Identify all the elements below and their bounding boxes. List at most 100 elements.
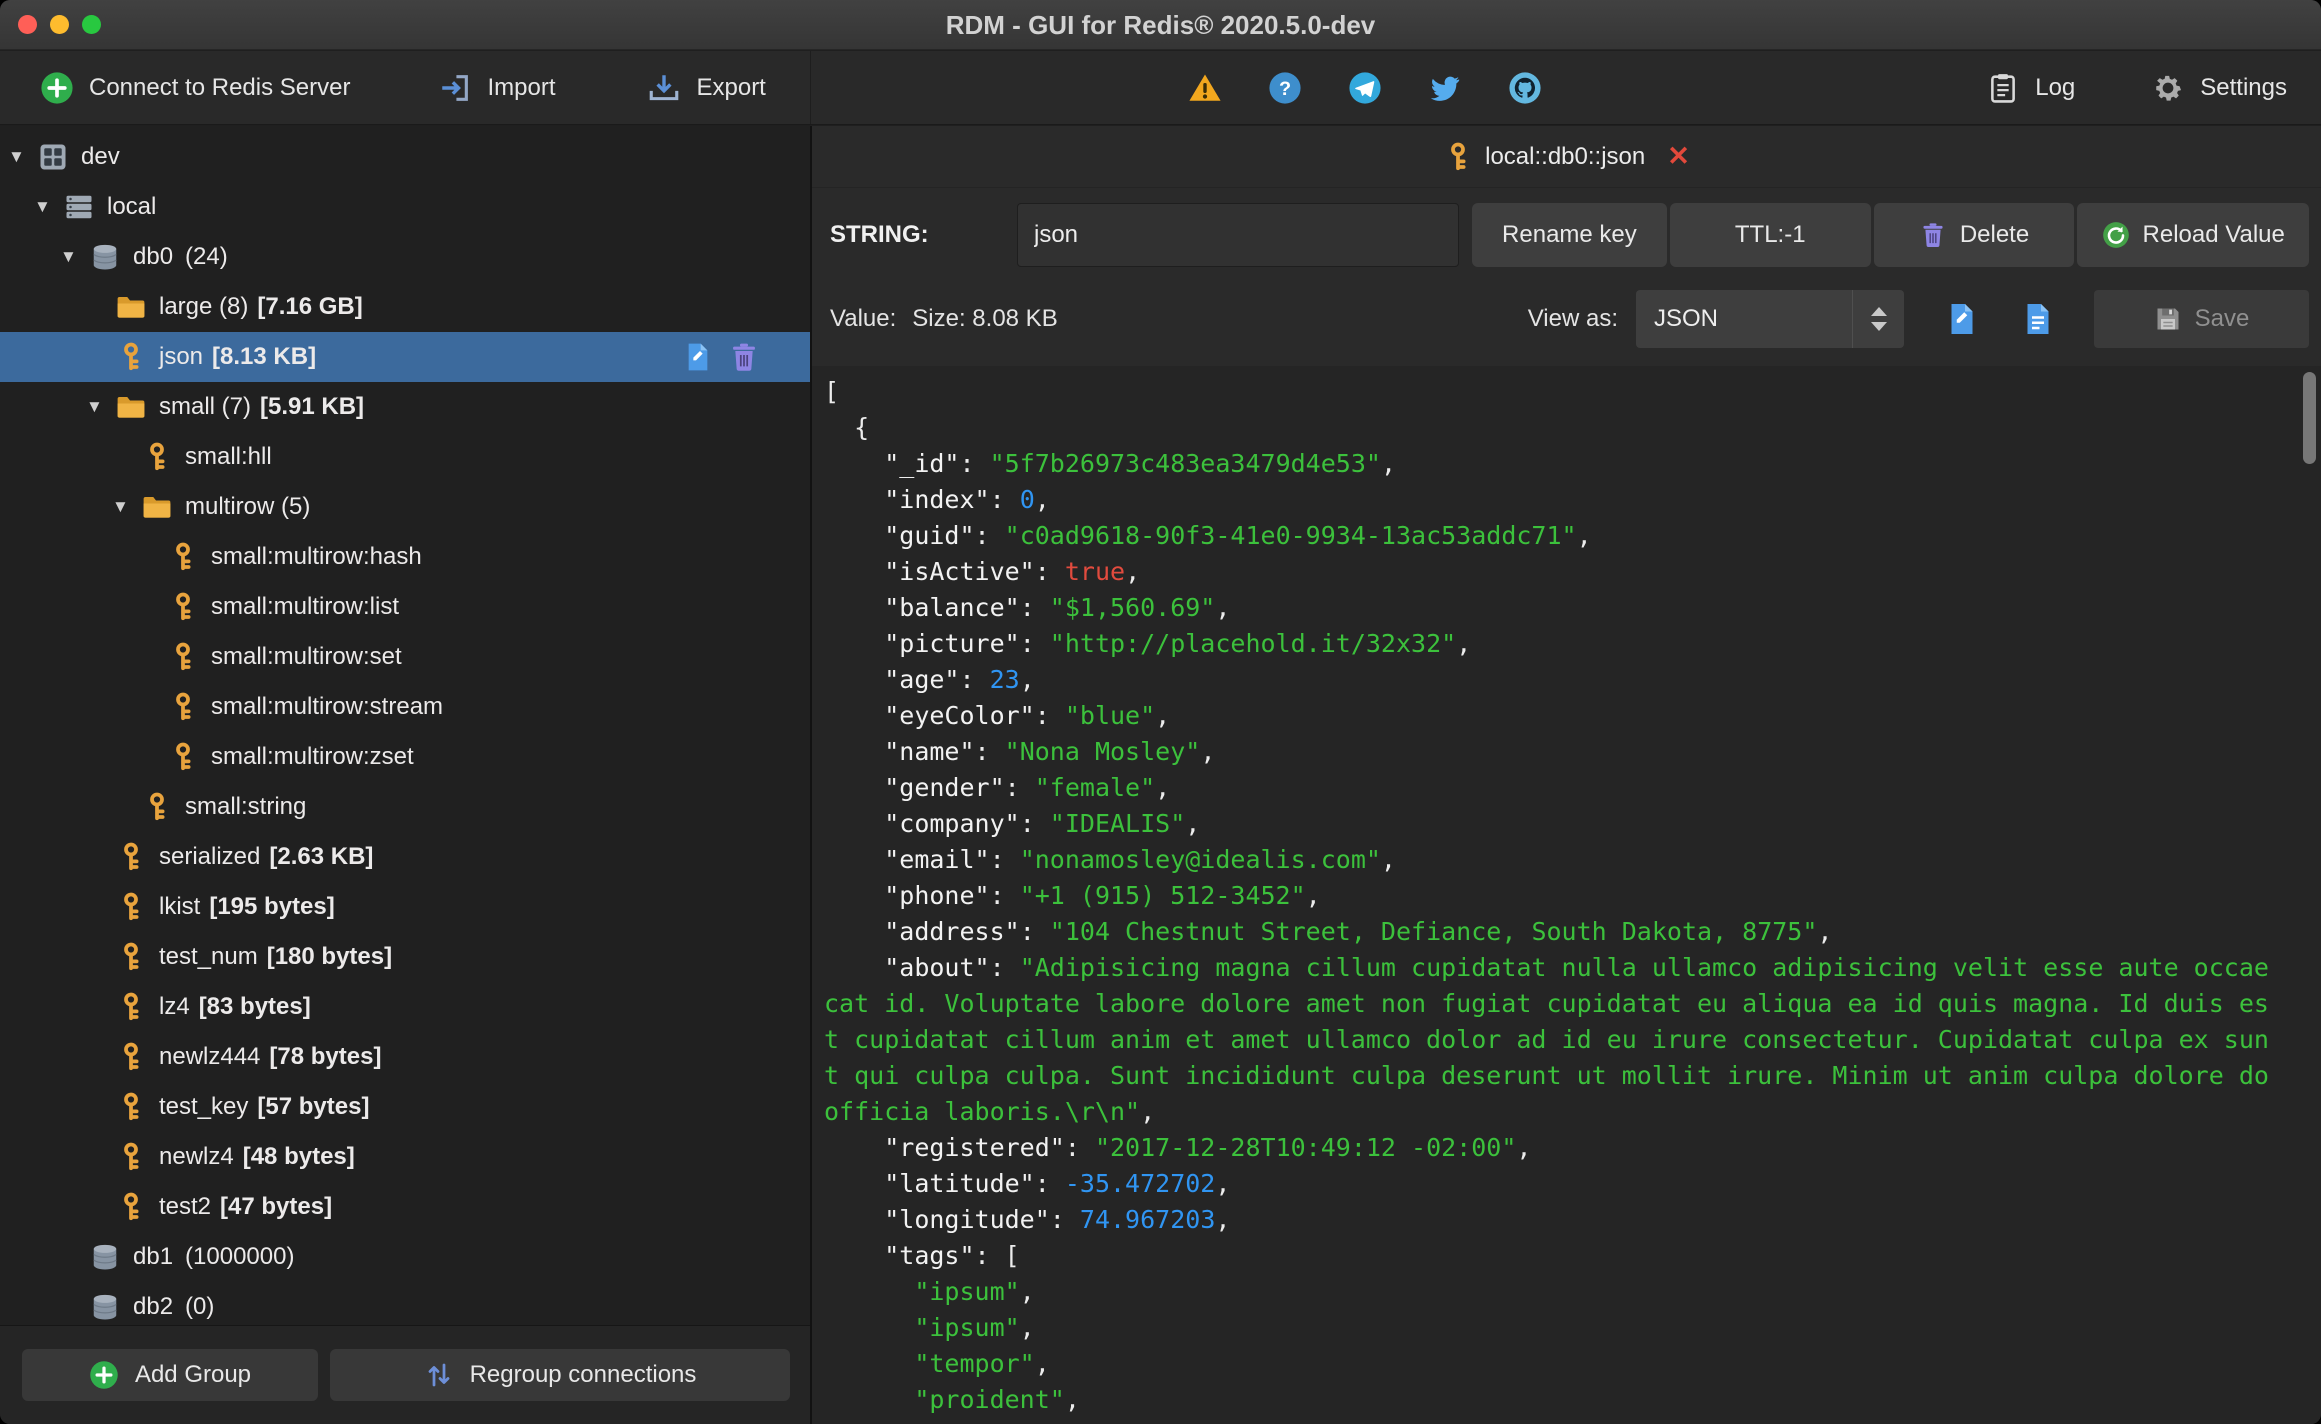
tree-item-small-multirow-zset[interactable]: small:multirow:zset <box>0 732 810 782</box>
toolbar-status-icons: ? <box>1188 51 1542 124</box>
traffic-lights <box>18 15 101 34</box>
tree-item-small-string[interactable]: small:string <box>0 782 810 832</box>
sort-arrows-icon <box>424 1360 454 1390</box>
tree-item-db0[interactable]: ▼ db0 (24) <box>0 232 810 282</box>
tree-item-db1[interactable]: db1 (1000000) <box>0 1232 810 1282</box>
minimize-window-button[interactable] <box>50 15 69 34</box>
tree-item-lkist[interactable]: lkist [195 bytes] <box>0 882 810 932</box>
tree-item-size: [5.91 KB] <box>260 393 365 420</box>
tree-item-lz4[interactable]: lz4 [83 bytes] <box>0 982 810 1032</box>
regroup-connections-button[interactable]: Regroup connections <box>330 1349 790 1401</box>
view-as-select[interactable]: JSON <box>1636 290 1904 348</box>
github-icon[interactable] <box>1508 71 1542 105</box>
tree-item-label: small:multirow:set <box>211 643 402 670</box>
tree-item-small-multirow-hash[interactable]: small:multirow:hash <box>0 532 810 582</box>
tree-item-size: [180 bytes] <box>266 943 393 970</box>
tree-item-small-hll[interactable]: small:hll <box>0 432 810 482</box>
telegram-icon[interactable] <box>1348 71 1382 105</box>
disclosure-triangle-icon[interactable]: ▼ <box>86 397 116 417</box>
tree-item-small-7[interactable]: ▼ small (7) [5.91 KB] <box>0 382 810 432</box>
delete-key-button[interactable]: Delete <box>1873 203 2075 267</box>
tree-item-label: db2 <box>133 1293 174 1320</box>
value-label: Value: <box>830 305 897 332</box>
close-window-button[interactable] <box>18 15 37 34</box>
view-raw-document-icon[interactable] <box>2020 299 2056 339</box>
tree-item-test-key[interactable]: test_key [57 bytes] <box>0 1082 810 1132</box>
tree-item-large-8[interactable]: large (8) [7.16 GB] <box>0 282 810 332</box>
connect-label: Connect to Redis Server <box>89 73 351 101</box>
zoom-window-button[interactable] <box>82 15 101 34</box>
tree-item-json[interactable]: json [8.13 KB] <box>0 332 810 382</box>
tree-item-count: (0) <box>185 1293 215 1320</box>
database-icon <box>90 1292 120 1322</box>
export-button[interactable]: Export <box>647 71 766 105</box>
delete-key-trash-icon[interactable] <box>728 341 760 373</box>
app-toolbar: Connect to Redis Server Import Export ? … <box>0 51 2321 125</box>
twitter-icon[interactable] <box>1428 71 1462 105</box>
import-icon <box>438 71 472 105</box>
reload-label: Reload Value <box>2142 221 2285 248</box>
tree-item-label: test_key <box>159 1093 249 1120</box>
close-tab-icon[interactable]: ✕ <box>1667 143 1690 170</box>
rename-key-label: Rename key <box>1502 221 1637 248</box>
tree-item-serialized[interactable]: serialized [2.63 KB] <box>0 832 810 882</box>
help-icon[interactable]: ? <box>1268 71 1302 105</box>
tree-item-label: test_num <box>159 943 258 970</box>
key-icon <box>116 1042 146 1072</box>
disclosure-triangle-icon[interactable]: ▼ <box>112 497 142 517</box>
tree-item-test2[interactable]: test2 [47 bytes] <box>0 1182 810 1232</box>
edit-key-icon[interactable] <box>682 341 714 373</box>
disclosure-triangle-icon[interactable]: ▼ <box>60 247 90 267</box>
tree-item-label: lz4 <box>159 993 190 1020</box>
rename-key-button[interactable]: Rename key <box>1472 203 1667 267</box>
tree-item-label: small:multirow:list <box>211 593 400 620</box>
tree-item-newlz4[interactable]: newlz4 [48 bytes] <box>0 1132 810 1182</box>
key-icon <box>168 692 198 722</box>
tree-item-label: local <box>107 193 157 220</box>
export-icon <box>647 71 681 105</box>
app-window: RDM - GUI for Redis® 2020.5.0-dev Connec… <box>0 0 2321 1424</box>
value-editor-text: [ { "_id": "5f7b26973c483ea3479d4e53", "… <box>824 377 2284 1414</box>
tree-item-small-multirow-set[interactable]: small:multirow:set <box>0 632 810 682</box>
tree-item-label: small:multirow:hash <box>211 543 422 570</box>
editor-scrollbar-thumb[interactable] <box>2303 372 2316 464</box>
log-button[interactable]: Log <box>1986 71 2075 105</box>
save-button[interactable]: Save <box>2094 290 2309 348</box>
tree-item-label: newlz444 <box>159 1043 261 1070</box>
value-size-label: Size: 8.08 KB <box>912 305 1058 332</box>
tree-item-label: small:multirow:zset <box>211 743 414 770</box>
value-editor[interactable]: [ { "_id": "5f7b26973c483ea3479d4e53", "… <box>812 366 2321 1424</box>
disclosure-triangle-icon[interactable]: ▼ <box>8 147 38 167</box>
tree-item-dev[interactable]: ▼ dev <box>0 132 810 182</box>
log-clipboard-icon <box>1986 71 2020 105</box>
plus-circle-icon <box>40 71 74 105</box>
tree-item-local[interactable]: ▼ local <box>0 182 810 232</box>
settings-button[interactable]: Settings <box>2151 71 2287 105</box>
tree-item-db2[interactable]: db2 (0) <box>0 1282 810 1325</box>
tree-item-small-multirow-list[interactable]: small:multirow:list <box>0 582 810 632</box>
toolbar-right: Log Settings <box>1986 51 2287 124</box>
open-in-editor-icon[interactable] <box>1944 299 1980 339</box>
view-as-label: View as: <box>1527 305 1618 332</box>
ttl-button[interactable]: TTL:-1 <box>1669 203 1871 267</box>
tree-item-multirow-5[interactable]: ▼ multirow (5) <box>0 482 810 532</box>
database-icon <box>90 242 120 272</box>
disclosure-triangle-icon[interactable]: ▼ <box>34 197 64 217</box>
tree-item-size: [195 bytes] <box>209 893 335 920</box>
key-icon <box>116 992 146 1022</box>
tree-item-small-multirow-stream[interactable]: small:multirow:stream <box>0 682 810 732</box>
save-label: Save <box>2194 305 2250 332</box>
tree-item-label: small:multirow:stream <box>211 693 444 720</box>
import-button[interactable]: Import <box>438 71 555 105</box>
key-tab[interactable]: local::db0::json ✕ <box>1443 142 1690 172</box>
tree-item-label: dev <box>81 143 120 170</box>
tree-item-test-num[interactable]: test_num [180 bytes] <box>0 932 810 982</box>
warning-icon[interactable] <box>1188 71 1222 105</box>
settings-label: Settings <box>2200 73 2287 101</box>
tree-item-label: large (8) <box>159 293 249 320</box>
reload-value-button[interactable]: Reload Value <box>2077 203 2309 267</box>
connect-to-redis-server-button[interactable]: Connect to Redis Server <box>40 71 350 105</box>
tree-item-newlz444[interactable]: newlz444 [78 bytes] <box>0 1032 810 1082</box>
key-name-input[interactable] <box>1017 203 1459 267</box>
add-group-button[interactable]: Add Group <box>22 1349 318 1401</box>
